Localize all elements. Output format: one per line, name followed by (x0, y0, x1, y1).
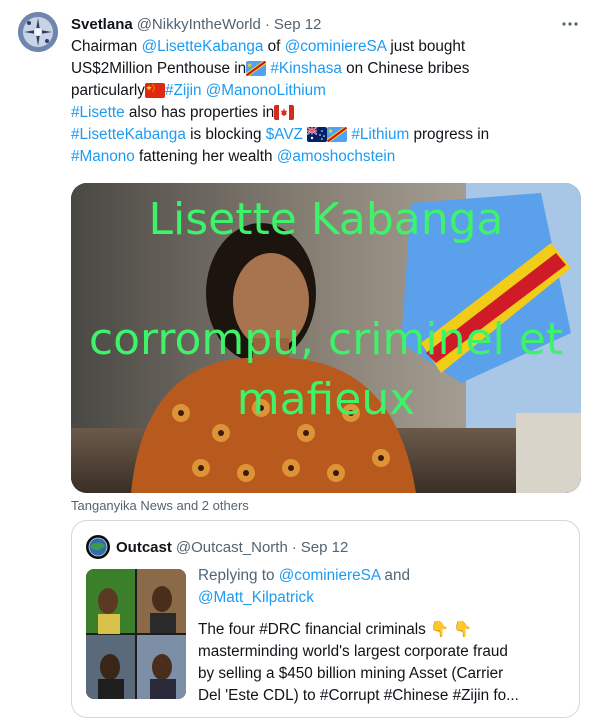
tweet-line: #Manono fattening her wealth @amoshochst… (71, 146, 571, 168)
flag-australia-icon (307, 127, 328, 142)
quoted-text: The four #DRC financial criminals 👇 👇 ma… (198, 619, 570, 707)
video-caption-line: mafieux (236, 374, 416, 425)
separator-dot: · (264, 15, 270, 33)
mention-link[interactable]: @cominiereSA (285, 38, 386, 55)
quoted-timestamp[interactable]: Sep 12 (301, 539, 349, 556)
text-segment: fattening her wealth (134, 148, 277, 165)
hashtag-link[interactable]: #Lithium (351, 126, 409, 143)
text-segment: progress in (409, 126, 490, 143)
separator-dot: · (291, 538, 297, 556)
text-segment: US$2Million Penthouse in (71, 60, 247, 77)
hashtag-link[interactable]: #Lisette (71, 104, 125, 121)
text-segment: Replying to (198, 567, 279, 584)
text-segment: is blocking (185, 126, 266, 143)
hashtag-link[interactable]: #Zijin (165, 82, 202, 99)
user-handle[interactable]: @NikkyIntheWorld (137, 16, 261, 33)
more-options-button[interactable] (558, 14, 582, 34)
tweet-line: Chairman @LisetteKabanga of @cominiereSA… (71, 36, 571, 58)
quoted-line: Del 'Este CDL) to #Corrupt #Chinese #Zij… (198, 687, 519, 704)
cashtag-link[interactable]: $AVZ (266, 126, 303, 143)
video-caption-line: corrompu, criminel et (88, 314, 564, 365)
tagged-users[interactable]: Tanganyika News and 2 others (71, 498, 249, 513)
quoted-line: The four #DRC financial criminals 👇 👇 (198, 619, 570, 641)
mention-link[interactable]: @LisetteKabanga (142, 38, 264, 55)
text-segment: on Chinese bribes (341, 60, 470, 77)
flag-drc-icon (246, 61, 267, 76)
tweet-line: US$2Million Penthouse in #Kinshasa on Ch… (71, 58, 571, 80)
tweet-line: #Lisette also has properties in (71, 102, 571, 124)
text-segment: and (380, 567, 410, 584)
pointing-down-emoji-icon: 👇 👇 (430, 621, 473, 638)
hashtag-link[interactable]: #Kinshasa (270, 60, 341, 77)
ellipsis-icon (562, 22, 578, 26)
text-segment: The four #DRC financial criminals (198, 621, 426, 638)
tweet-media-video[interactable]: Lisette Kabanga corrompu, criminel et ma… (71, 183, 581, 493)
tweet-header: Svetlana @NikkyIntheWorld · Sep 12 (71, 14, 321, 34)
text-segment: particularly (71, 82, 145, 99)
tweet[interactable]: Svetlana @NikkyIntheWorld · Sep 12 Chair… (0, 0, 598, 728)
quoted-user-handle[interactable]: @Outcast_North (176, 539, 288, 556)
timestamp[interactable]: Sep 12 (274, 16, 322, 33)
mention-link[interactable]: @amoshochstein (277, 148, 395, 165)
replying-to: Replying to @cominiereSA and @Matt_Kilpa… (198, 565, 568, 609)
tweet-line: #LisetteKabanga is blocking $AVZ #Lithiu… (71, 124, 571, 146)
text-segment: Chairman (71, 38, 142, 55)
mention-link[interactable]: @cominiereSA (279, 567, 380, 584)
quoted-header: Outcast @Outcast_North · Sep 12 (116, 537, 348, 557)
reply-line: Replying to @cominiereSA and (198, 565, 568, 587)
hashtag-link[interactable]: #Manono (71, 148, 135, 165)
quoted-tweet[interactable]: Outcast @Outcast_North · Sep 12 Replying… (71, 520, 580, 718)
video-caption-name: Lisette Kabanga (148, 194, 504, 245)
display-name[interactable]: Svetlana (71, 16, 133, 33)
quoted-media-thumbnail[interactable] (86, 569, 186, 699)
quoted-line: by selling a $450 billion mining Asset (… (198, 665, 504, 682)
quoted-line: masterminding world's largest corporate … (198, 643, 508, 660)
quoted-display-name[interactable]: Outcast (116, 539, 172, 556)
reply-line: @Matt_Kilpatrick (198, 587, 568, 609)
flag-china-icon (144, 83, 165, 98)
flag-drc-icon (327, 127, 348, 142)
flag-canada-icon (274, 105, 295, 120)
mention-link[interactable]: @ManonoLithium (206, 82, 326, 99)
avatar[interactable] (18, 12, 58, 52)
tweet-text: Chairman @LisetteKabanga of @cominiereSA… (71, 36, 571, 168)
text-segment: just bought (386, 38, 466, 55)
hashtag-link[interactable]: #LisetteKabanga (71, 126, 186, 143)
mention-link[interactable]: @Matt_Kilpatrick (198, 589, 314, 606)
quoted-avatar[interactable] (86, 535, 110, 559)
text-segment: of (263, 38, 285, 55)
tweet-line: particularly #Zijin @ManonoLithium (71, 80, 571, 102)
text-segment: also has properties in (124, 104, 275, 121)
